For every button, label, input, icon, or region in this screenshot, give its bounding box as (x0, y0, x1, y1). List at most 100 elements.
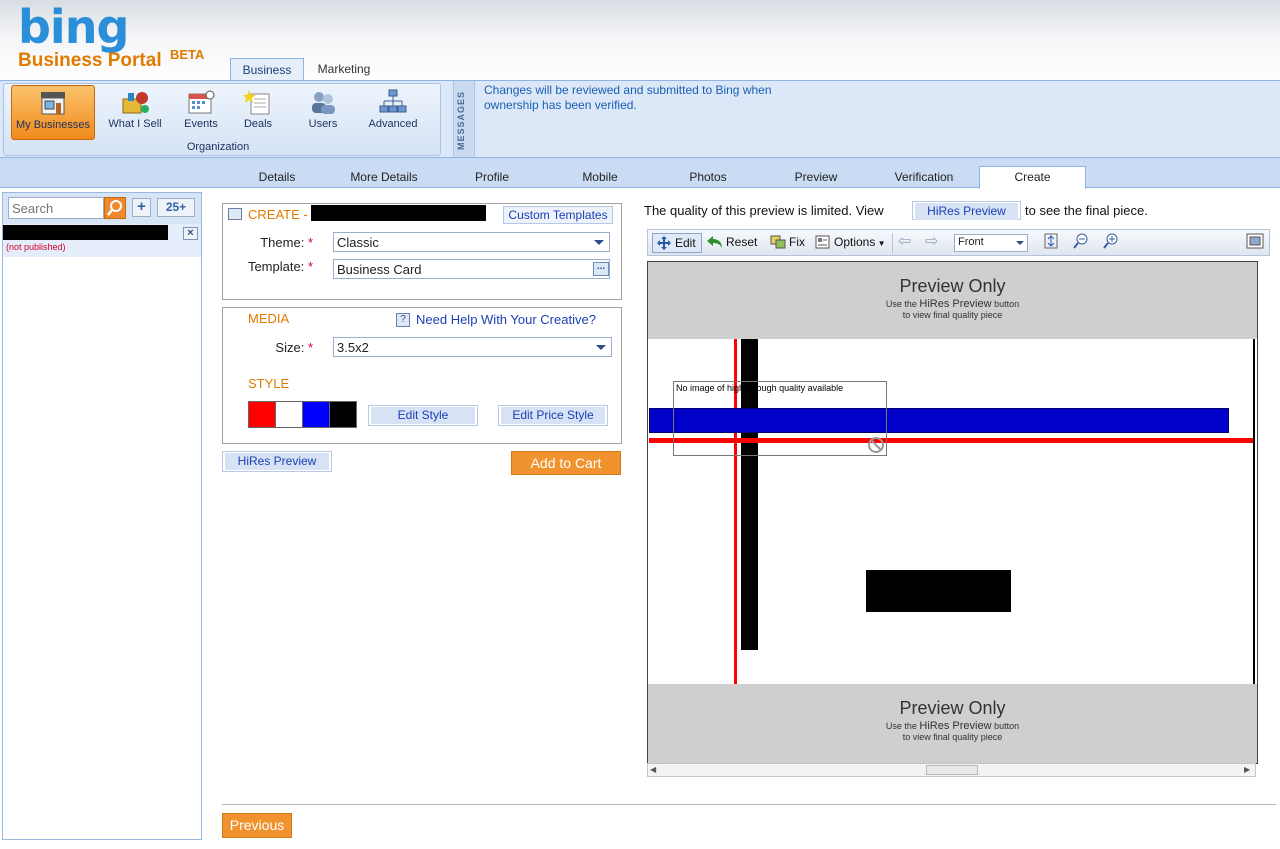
swatch[interactable] (330, 402, 356, 427)
help-icon[interactable]: ? (396, 313, 410, 327)
business-list-panel (2, 192, 202, 840)
publish-status: (not published) (6, 242, 66, 252)
edit-label: Edit (675, 236, 696, 250)
ribbon-group-label: Organization (186, 141, 250, 153)
divider (222, 804, 1276, 805)
size-label-text: Size: (275, 340, 305, 355)
my-businesses-label: My Businesses (16, 119, 90, 131)
tab-preview[interactable]: Preview (776, 168, 856, 188)
template-label-text: Template: (247, 259, 305, 274)
card-text-redacted[interactable] (866, 570, 1011, 612)
tab-more-details[interactable]: More Details (338, 168, 430, 188)
products-icon (122, 92, 149, 114)
edit-style-button[interactable]: Edit Style (368, 405, 478, 426)
undo-arrow-icon (707, 236, 722, 248)
preview-only-band-bottom: Preview Only Use the HiRes Preview butto… (648, 684, 1257, 763)
users-icon (312, 92, 335, 114)
preview-only-title: Preview Only (899, 276, 1006, 296)
users-label: Users (308, 118, 338, 130)
edit-button[interactable]: Edit (652, 233, 702, 253)
preview-only-band-top: Preview Only Use the HiRes Preview butto… (648, 262, 1257, 339)
card-edge (1253, 339, 1255, 684)
swatch[interactable] (303, 402, 330, 427)
required-marker: * (307, 340, 313, 355)
move-icon (657, 236, 671, 250)
preview-only-title: Preview Only (899, 698, 1006, 718)
zoom-out-icon[interactable] (1073, 233, 1089, 253)
required-marker: * (307, 259, 313, 274)
tab-verification[interactable]: Verification (879, 168, 969, 188)
theme-value: Classic (337, 235, 379, 250)
edit-price-style-button[interactable]: Edit Price Style (498, 405, 608, 426)
custom-templates-button[interactable]: Custom Templates (503, 206, 613, 224)
hint-hires: HiRes Preview (919, 720, 992, 732)
search-input[interactable] (8, 197, 104, 219)
tab-photos[interactable]: Photos (668, 168, 748, 188)
swatch[interactable] (276, 402, 303, 427)
close-icon[interactable]: × (183, 227, 198, 240)
add-to-cart-button[interactable]: Add to Cart (511, 451, 621, 475)
my-businesses-button[interactable]: My Businesses (11, 85, 95, 140)
side-select[interactable]: Front (954, 234, 1028, 252)
reset-button[interactable]: Reset (707, 233, 757, 253)
message-text: Changes will be reviewed and submitted t… (484, 83, 772, 112)
edit-price-style-label: Edit Price Style (501, 407, 605, 424)
portal-title: Business Portal (18, 50, 162, 71)
fullscreen-icon[interactable] (1246, 233, 1264, 253)
template-field[interactable]: Business Card (333, 259, 610, 279)
theme-select[interactable]: Classic (333, 232, 610, 252)
tab-mobile[interactable]: Mobile (560, 168, 640, 188)
page-size-button[interactable]: 25+ (157, 198, 195, 217)
deals-label: Deals (243, 118, 273, 130)
hires-preview-inline-button[interactable]: HiRes Preview (912, 201, 1021, 220)
org-chart-icon (379, 89, 407, 113)
messages-label: MESSAGES (456, 90, 466, 150)
tab-business[interactable]: Business (230, 58, 304, 82)
tab-marketing[interactable]: Marketing (306, 58, 382, 82)
preview-quality-note: The quality of this preview is limited. … (644, 203, 884, 218)
bing-logo[interactable]: bing (18, 0, 129, 54)
hires-preview-label: HiRes Preview (225, 453, 329, 470)
hint-part: button (994, 299, 1020, 309)
template-browse-button[interactable]: ... (593, 262, 609, 276)
preview-quality-note-end: to see the final piece. (1025, 203, 1148, 218)
search-icon (107, 200, 122, 216)
swatch[interactable] (249, 402, 276, 427)
image-placeholder-text: No image of high enough quality availabl… (676, 383, 844, 393)
tab-profile[interactable]: Profile (452, 168, 532, 188)
options-button[interactable]: Options ▼ (815, 233, 886, 253)
size-select[interactable]: 3.5x2 (333, 337, 612, 357)
zoom-in-icon[interactable] (1103, 233, 1119, 253)
add-business-button[interactable]: + (132, 198, 151, 217)
scroll-right-icon[interactable]: ▶ (1244, 765, 1250, 774)
back-arrow-icon[interactable]: ⇦ (898, 233, 911, 253)
hint-part: to view final quality piece (902, 732, 1003, 742)
scroll-thumb[interactable] (926, 765, 978, 775)
hint-part: to view final quality piece (902, 310, 1003, 320)
hint-part: Use the (885, 721, 917, 731)
scroll-left-icon[interactable]: ◀ (650, 765, 656, 774)
business-name-redacted (311, 205, 486, 221)
tab-create[interactable]: Create (979, 166, 1086, 189)
tab-details[interactable]: Details (236, 168, 318, 188)
hires-preview-button[interactable]: HiRes Preview (222, 451, 332, 472)
image-placeholder[interactable]: No image of high enough quality availabl… (673, 381, 887, 456)
style-title: STYLE (248, 376, 290, 391)
media-title: MEDIA (248, 311, 290, 326)
search-button[interactable] (104, 197, 126, 219)
no-image-icon (868, 437, 884, 453)
creative-help-link[interactable]: Need Help With Your Creative? (416, 312, 596, 327)
previous-button[interactable]: Previous (222, 813, 292, 838)
what-i-sell-label: What I Sell (108, 118, 162, 130)
options-label: Options (834, 235, 876, 249)
advanced-button[interactable]: Advanced (351, 85, 435, 140)
color-swatches[interactable] (248, 401, 357, 428)
beta-badge: BETA (170, 47, 205, 62)
forward-arrow-icon[interactable]: ⇨ (925, 233, 938, 253)
events-label: Events (184, 118, 218, 130)
preview-only-hint: Use the HiRes Preview button to view fin… (648, 721, 1257, 743)
fix-button[interactable]: Fix (770, 233, 805, 253)
advanced-label: Advanced (368, 118, 418, 130)
fit-view-icon[interactable] (1044, 233, 1058, 253)
subtab-bar (0, 158, 1280, 188)
